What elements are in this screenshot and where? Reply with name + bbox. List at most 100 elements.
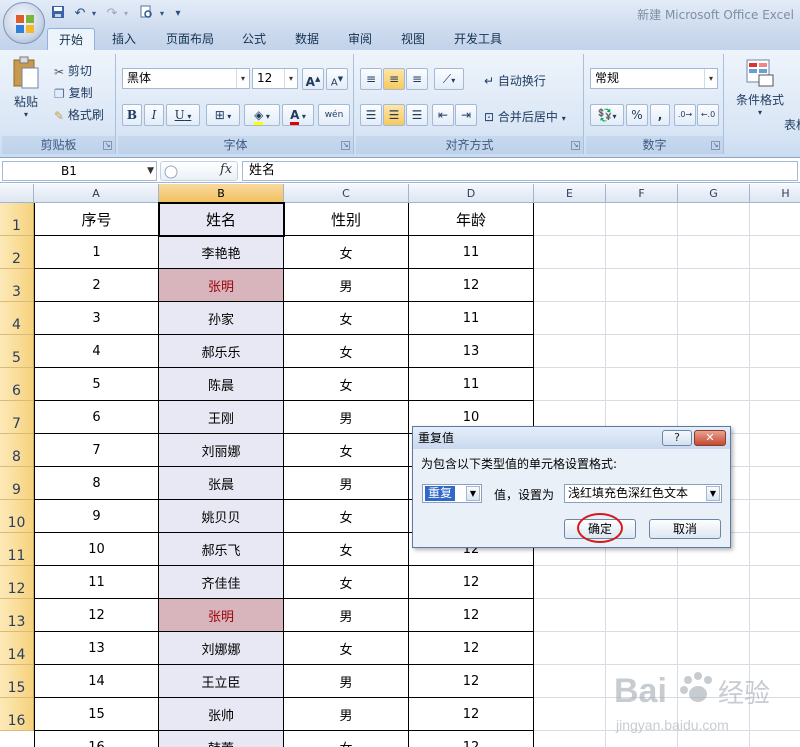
table-cell[interactable]: 女 [284,434,409,467]
decrease-indent-icon[interactable]: ⇤ [432,104,454,126]
table-cell[interactable]: 韩蕾 [159,731,284,747]
table-header-cell[interactable]: 年龄 [409,203,534,236]
table-cell[interactable]: 11 [409,368,534,401]
table-cell[interactable]: 2 [34,269,159,302]
table-cell[interactable]: 男 [284,698,409,731]
table-cell[interactable]: 11 [409,236,534,269]
align-top-icon[interactable]: ≡ [360,68,382,90]
percent-button[interactable]: % [626,104,648,126]
table-cell[interactable]: 6 [34,401,159,434]
table-cell[interactable]: 张晨 [159,467,284,500]
row-header-6[interactable]: 6 [0,368,34,401]
table-cell[interactable]: 李艳艳 [159,236,284,269]
column-header-d[interactable]: D [409,184,534,203]
underline-button[interactable]: U ▾ [166,104,200,126]
row-header-2[interactable]: 2 [0,236,34,269]
table-cell[interactable]: 12 [409,269,534,302]
close-icon[interactable]: ✕ [694,430,726,446]
tab-view[interactable]: 视图 [393,28,433,50]
table-cell[interactable]: 王刚 [159,401,284,434]
table-cell[interactable]: 女 [284,236,409,269]
tab-insert[interactable]: 插入 [104,28,144,50]
tab-home[interactable]: 开始 [47,28,95,50]
row-header-13[interactable]: 13 [0,599,34,632]
table-cell[interactable]: 女 [284,500,409,533]
table-cell[interactable]: 13 [409,335,534,368]
formula-input[interactable]: 姓名 [242,161,798,181]
row-header-4[interactable]: 4 [0,302,34,335]
increase-decimal-icon[interactable]: .0→ [674,104,696,126]
save-icon[interactable] [50,5,66,23]
row-header-10[interactable]: 10 [0,500,34,533]
column-header-e[interactable]: E [534,184,606,203]
grow-font-button[interactable]: A▲ [302,68,324,90]
table-cell[interactable]: 9 [34,500,159,533]
font-size-combo[interactable]: 12 ▾ [252,68,298,89]
row-header-8[interactable]: 8 [0,434,34,467]
align-bottom-icon[interactable]: ≡ [406,68,428,90]
table-cell[interactable]: 12 [409,665,534,698]
table-cell[interactable]: 女 [284,368,409,401]
print-preview-dropdown-icon[interactable]: ▾ [154,5,170,23]
print-preview-icon[interactable] [138,5,154,23]
table-header-cell[interactable]: 姓名 [159,203,284,236]
number-format-combo[interactable]: 常规 ▾ [590,68,718,89]
table-cell[interactable]: 1 [34,236,159,269]
format-style-select[interactable]: 浅红填充色深红色文本 ▼ [564,484,722,503]
table-cell[interactable]: 女 [284,566,409,599]
cut-button[interactable]: ✂ 剪切 [54,62,92,79]
cancel-button[interactable]: 取消 [649,519,721,539]
table-cell[interactable]: 12 [34,599,159,632]
table-cell[interactable]: 男 [284,665,409,698]
chevron-down-icon[interactable]: ▾ [236,69,249,88]
tab-data[interactable]: 数据 [287,28,327,50]
row-header-15[interactable]: 15 [0,665,34,698]
table-cell[interactable]: 男 [284,269,409,302]
table-cell[interactable]: 15 [34,698,159,731]
table-cell[interactable]: 陈晨 [159,368,284,401]
borders-button[interactable]: ⊞ ▾ [206,104,240,126]
row-header-9[interactable]: 9 [0,467,34,500]
undo-dropdown-icon[interactable]: ▾ [86,5,102,23]
orientation-icon[interactable]: ⟋▾ [434,68,464,90]
table-cell[interactable]: 10 [34,533,159,566]
table-cell[interactable]: 女 [284,335,409,368]
table-cell[interactable]: 12 [409,566,534,599]
italic-button[interactable]: I [144,104,164,126]
column-header-c[interactable]: C [284,184,409,203]
row-header-5[interactable]: 5 [0,335,34,368]
column-header-b[interactable]: B [159,184,284,203]
table-cell[interactable]: 王立臣 [159,665,284,698]
table-cell[interactable]: 张明 [159,269,284,302]
chevron-down-icon[interactable]: ▼ [466,486,480,501]
column-header-f[interactable]: F [606,184,678,203]
name-box[interactable]: B1 ▼ [2,161,157,181]
column-header-a[interactable]: A [34,184,159,203]
wrap-text-button[interactable]: ↵ 自动换行 [484,72,546,89]
chevron-down-icon[interactable]: ▾ [284,69,297,88]
table-cell[interactable]: 刘娜娜 [159,632,284,665]
customize-qat-icon[interactable]: ▾ [170,5,186,23]
office-button[interactable] [3,2,45,44]
table-cell[interactable]: 郝乐飞 [159,533,284,566]
chevron-down-icon[interactable]: ▾ [704,69,717,88]
table-cell[interactable]: 11 [409,302,534,335]
copy-button[interactable]: ❐ 复制 [54,84,93,101]
tab-formulas[interactable]: 公式 [234,28,274,50]
align-left-icon[interactable]: ☰ [360,104,382,126]
table-header-cell[interactable]: 序号 [34,203,159,236]
table-header-cell[interactable]: 性别 [284,203,409,236]
align-center-icon[interactable]: ☰ [383,104,405,126]
table-cell[interactable]: 孙家 [159,302,284,335]
row-header-16[interactable]: 16 [0,698,34,731]
decrease-decimal-icon[interactable]: ←.0 [697,104,719,126]
currency-button[interactable]: 💱▾ [590,104,624,126]
table-cell[interactable]: 11 [34,566,159,599]
format-painter-button[interactable]: ✎ 格式刷 [54,106,104,123]
shrink-font-button[interactable]: A▼ [326,68,348,90]
table-cell[interactable]: 郝乐乐 [159,335,284,368]
number-launcher-icon[interactable]: ↘ [711,141,720,150]
row-header-14[interactable]: 14 [0,632,34,665]
fill-color-button[interactable]: ◈ ▾ [244,104,280,126]
table-cell[interactable]: 5 [34,368,159,401]
